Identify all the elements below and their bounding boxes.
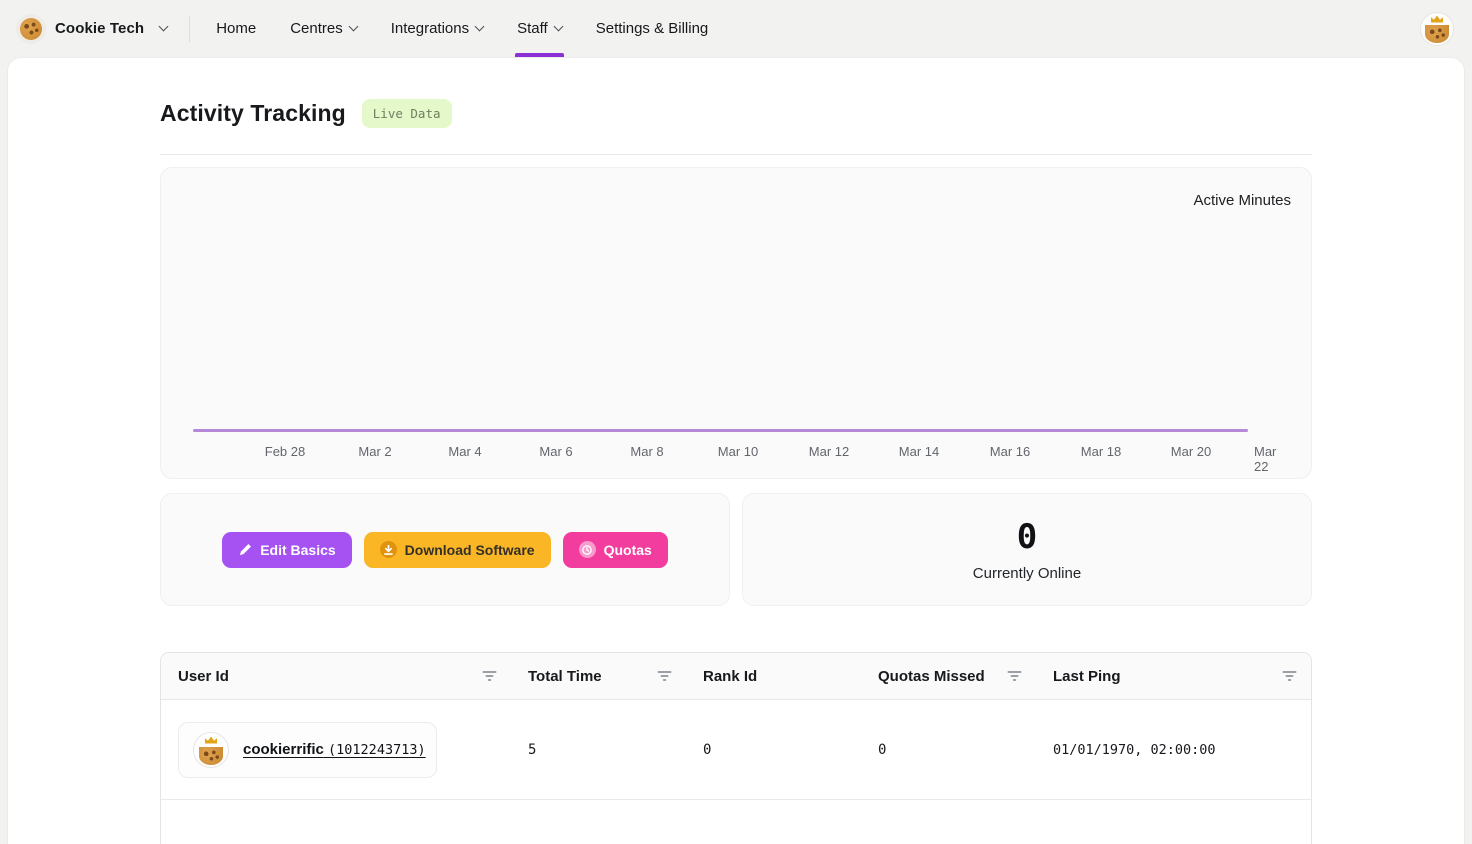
activity-chart: Active Minutes Feb 28 Mar 2 Mar 4 Mar 6 … — [160, 167, 1312, 479]
chart-legend-active-minutes: Active Minutes — [1193, 192, 1291, 209]
column-label: User Id — [178, 668, 229, 685]
column-label: Quotas Missed — [878, 668, 985, 685]
crowned-cookie-avatar — [193, 732, 229, 768]
x-tick: Mar 8 — [630, 444, 663, 459]
actions-card: Edit Basics Download Software Quotas — [160, 493, 730, 606]
user-id: (1012243713) — [328, 742, 426, 758]
clock-icon — [579, 541, 596, 558]
column-header-last-ping: Last Ping — [1036, 668, 1311, 685]
x-tick: Mar 2 — [358, 444, 391, 459]
nav-item-label: Settings & Billing — [596, 20, 709, 37]
nav-divider — [189, 16, 190, 42]
x-tick: Mar 14 — [899, 444, 939, 459]
user-profile-link[interactable]: cookierrific (1012243713) — [178, 722, 437, 778]
filter-lines-icon[interactable] — [482, 670, 497, 682]
chart-series-line — [193, 429, 1248, 432]
crown-icon — [1431, 16, 1443, 23]
column-header-quotas-missed: Quotas Missed — [861, 668, 1036, 685]
page-title: Activity Tracking — [160, 100, 346, 127]
pencil-icon — [238, 543, 252, 557]
download-circle-icon — [380, 541, 397, 558]
nav-item-label: Integrations — [391, 20, 469, 37]
user-name: cookierrific — [243, 741, 324, 758]
chevron-down-icon — [475, 22, 485, 32]
total-time-cell: 5 — [511, 742, 686, 758]
column-header-user-id: User Id — [161, 668, 511, 685]
x-tick: Mar 10 — [718, 444, 758, 459]
crowned-cookie-icon — [1425, 25, 1449, 43]
user-avatar[interactable] — [1420, 12, 1454, 46]
nav-item-label: Staff — [517, 20, 548, 37]
table-header-row: User Id Total Time Rank Id Quotas Missed — [161, 653, 1311, 700]
button-label: Edit Basics — [260, 542, 335, 558]
edit-basics-button[interactable]: Edit Basics — [222, 532, 351, 568]
brand-name: Cookie Tech — [55, 20, 144, 37]
column-header-total-time: Total Time — [511, 668, 686, 685]
download-software-button[interactable]: Download Software — [364, 532, 551, 568]
currently-online-card: 0 Currently Online — [742, 493, 1312, 606]
nav-item-label: Centres — [290, 20, 343, 37]
filter-lines-icon[interactable] — [1282, 670, 1297, 682]
quotas-missed-cell: 0 — [861, 742, 1036, 758]
brand-menu[interactable]: Cookie Tech — [16, 14, 167, 44]
live-data-badge: Live Data — [362, 99, 452, 128]
last-ping-cell: 01/01/1970, 02:00:00 — [1036, 742, 1311, 758]
button-label: Quotas — [604, 542, 652, 558]
brand-logo — [16, 14, 46, 44]
nav-item-integrations[interactable]: Integrations — [391, 0, 483, 57]
currently-online-value: 0 — [1017, 517, 1037, 557]
x-tick: Mar 22 — [1254, 444, 1292, 474]
filter-lines-icon[interactable] — [657, 670, 672, 682]
column-label: Total Time — [528, 668, 602, 685]
x-tick: Mar 4 — [448, 444, 481, 459]
rank-id-cell: 0 — [686, 742, 861, 758]
x-tick: Mar 18 — [1081, 444, 1121, 459]
user-link-text: cookierrific (1012243713) — [243, 741, 426, 758]
nav-item-home[interactable]: Home — [216, 0, 256, 57]
currently-online-label: Currently Online — [973, 565, 1081, 582]
chevron-down-icon — [159, 22, 169, 32]
user-id-cell: cookierrific (1012243713) — [161, 722, 511, 778]
cookie-icon — [20, 18, 42, 40]
header-divider — [160, 154, 1312, 155]
staff-activity-table: User Id Total Time Rank Id Quotas Missed — [160, 652, 1312, 844]
crown-icon — [205, 737, 217, 744]
cookie-icon — [199, 747, 223, 765]
nav-items: Home Centres Integrations Staff Settings… — [216, 0, 708, 57]
column-header-rank-id: Rank Id — [686, 668, 861, 685]
page-header: Activity Tracking Live Data — [160, 99, 1312, 128]
quotas-button[interactable]: Quotas — [563, 532, 668, 568]
x-tick: Mar 12 — [809, 444, 849, 459]
button-label: Download Software — [405, 542, 535, 558]
x-tick: Mar 20 — [1171, 444, 1211, 459]
chevron-down-icon — [553, 22, 563, 32]
x-tick: Mar 16 — [990, 444, 1030, 459]
filter-lines-icon[interactable] — [1007, 670, 1022, 682]
nav-item-centres[interactable]: Centres — [290, 0, 357, 57]
nav-item-label: Home — [216, 20, 256, 37]
top-nav: Cookie Tech Home Centres Integrations St… — [0, 0, 1472, 57]
x-tick: Mar 6 — [539, 444, 572, 459]
chevron-down-icon — [348, 22, 358, 32]
column-label: Last Ping — [1053, 668, 1121, 685]
nav-item-staff[interactable]: Staff — [517, 0, 562, 57]
table-row-empty — [161, 800, 1311, 844]
column-label: Rank Id — [703, 668, 757, 685]
x-tick: Feb 28 — [265, 444, 305, 459]
main-panel: Activity Tracking Live Data Active Minut… — [7, 57, 1465, 844]
nav-item-settings-billing[interactable]: Settings & Billing — [596, 0, 709, 57]
table-row: cookierrific (1012243713) 5 0 0 01/01/19… — [161, 700, 1311, 800]
